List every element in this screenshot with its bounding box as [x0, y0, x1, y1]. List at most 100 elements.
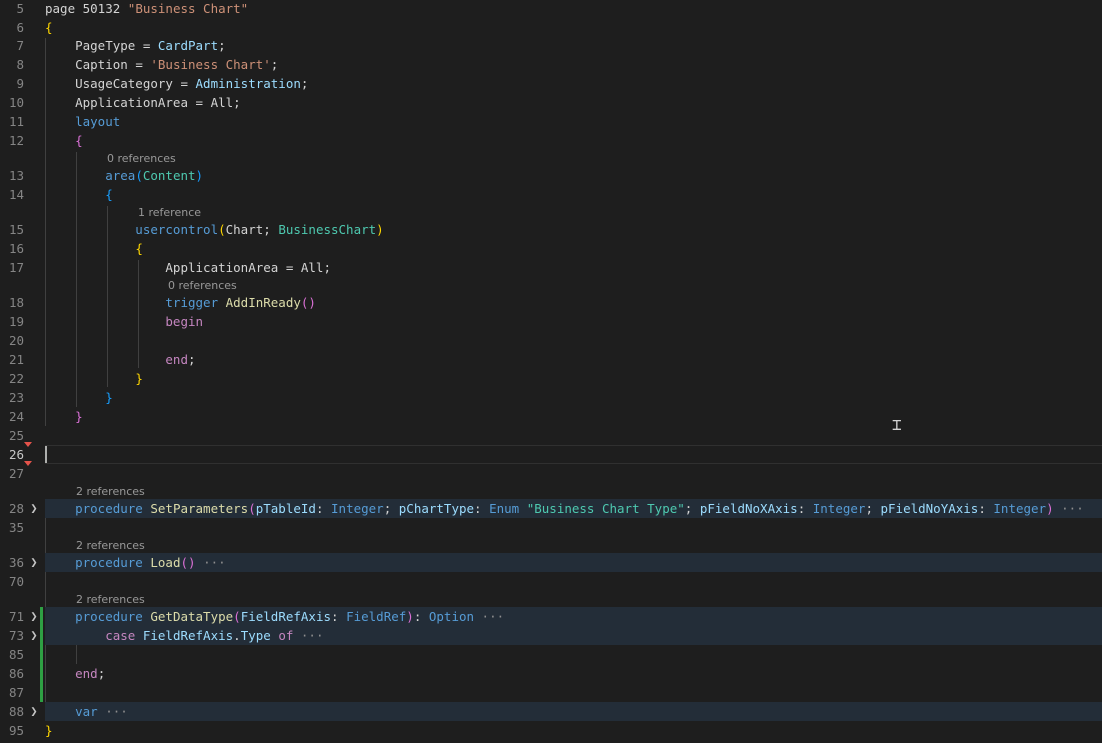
code-line[interactable]: trigger AddInReady() [45, 293, 1102, 312]
code-line[interactable]: } [45, 369, 1102, 388]
code-line[interactable]: PageType = CardPart; [45, 36, 1102, 55]
code-token: SetParameters [142, 501, 249, 516]
code-token: } [135, 371, 143, 386]
code-token: ; [188, 352, 196, 367]
code-line[interactable]: { [45, 131, 1102, 150]
code-line[interactable]: case FieldRefAxis.Type of ··· [45, 626, 1102, 645]
code-line[interactable]: } [45, 388, 1102, 407]
code-line[interactable]: { [45, 239, 1102, 258]
references-codelens[interactable]: 2 references [76, 593, 145, 607]
code-token: } [45, 723, 53, 738]
code-line[interactable]: area(Content) [45, 166, 1102, 185]
code-line[interactable] [45, 518, 1102, 537]
code-token: BusinessChart [278, 222, 377, 237]
code-token: ( [233, 609, 241, 624]
code-token: ) [195, 168, 204, 183]
line-number: 8 [16, 57, 24, 72]
deleted-lines-marker [24, 461, 32, 466]
line-number: 10 [8, 95, 24, 110]
code-token: UsageCategory [45, 76, 173, 91]
code-token: ; [233, 95, 241, 110]
chevron-right-icon[interactable]: ❯ [29, 626, 39, 645]
code-line[interactable]: ApplicationArea = All; [45, 93, 1102, 112]
code-token: ··· [474, 609, 505, 624]
code-line[interactable] [45, 331, 1102, 350]
code-token: GetDataType [142, 609, 234, 624]
code-token: ) [1046, 501, 1054, 516]
code-token: . [233, 628, 241, 643]
code-line[interactable] [45, 645, 1102, 664]
chevron-right-icon[interactable]: ❯ [29, 499, 39, 518]
references-codelens[interactable]: 2 references [76, 539, 145, 553]
line-number: 26 [8, 447, 24, 462]
code-token: } [105, 390, 113, 405]
code-token: { [45, 20, 53, 35]
code-line[interactable]: page 50132 "Business Chart" [45, 0, 1102, 18]
code-token: pFieldNoYAxis [880, 501, 979, 516]
code-token: : [474, 501, 490, 516]
chevron-right-icon[interactable]: ❯ [29, 702, 39, 721]
code-token: ··· [1053, 501, 1084, 516]
code-line[interactable]: procedure SetParameters(pTableId: Intege… [45, 499, 1102, 518]
chevron-right-icon[interactable]: ❯ [29, 607, 39, 626]
deleted-lines-marker [24, 442, 32, 447]
code-token: ApplicationArea [45, 260, 279, 275]
code-line[interactable] [45, 572, 1102, 591]
code-token: case [45, 628, 136, 643]
code-line[interactable]: procedure GetDataType(FieldRefAxis: Fiel… [45, 607, 1102, 626]
code-token: { [105, 187, 113, 202]
references-codelens[interactable]: 0 references [107, 152, 176, 166]
code-line[interactable]: end; [45, 664, 1102, 683]
code-line[interactable]: procedure Load() ··· [45, 553, 1102, 572]
line-number: 36 [8, 555, 24, 570]
code-token: = [127, 57, 151, 72]
code-line[interactable]: end; [45, 350, 1102, 369]
code-token: procedure [45, 609, 143, 624]
line-number: 12 [8, 133, 24, 148]
code-line[interactable] [45, 683, 1102, 702]
code-token: PageType [45, 38, 136, 53]
code-line[interactable]: } [45, 407, 1102, 426]
code-token: end [45, 666, 98, 681]
code-line[interactable]: UsageCategory = Administration; [45, 74, 1102, 93]
code-token: FieldRef [346, 609, 407, 624]
code-line[interactable]: } [45, 721, 1102, 740]
code-line[interactable]: usercontrol(Chart; BusinessChart) [45, 220, 1102, 239]
references-codelens[interactable]: 2 references [76, 485, 145, 499]
references-codelens[interactable]: 0 references [168, 279, 237, 293]
code-token: = [172, 76, 196, 91]
code-token: of [270, 628, 294, 643]
code-line[interactable]: Caption = 'Business Chart'; [45, 55, 1102, 74]
code-line[interactable] [45, 445, 1102, 464]
code-token: pTableId [255, 501, 316, 516]
code-token: ; [270, 57, 279, 72]
code-token: procedure [45, 501, 143, 516]
code-line[interactable]: ApplicationArea = All; [45, 258, 1102, 277]
line-number: 11 [8, 114, 24, 129]
references-codelens[interactable]: 1 reference [138, 206, 201, 220]
chevron-right-icon[interactable]: ❯ [29, 553, 39, 572]
code-line[interactable]: var ··· [45, 702, 1102, 721]
line-number: 16 [8, 241, 24, 256]
code-token: ApplicationArea [45, 95, 188, 110]
line-number: 7 [16, 38, 24, 53]
line-number: 17 [8, 260, 24, 275]
line-number: 13 [8, 168, 24, 183]
code-line[interactable] [45, 464, 1102, 483]
code-token: Administration [195, 76, 301, 91]
line-number: 22 [8, 371, 24, 386]
code-editor[interactable]: ❯ ❯ ❯ ❯ ❯ ⌶ 5 page 50132 "Business Chart"… [0, 0, 1102, 743]
code-line[interactable]: layout [45, 112, 1102, 131]
code-line[interactable]: { [45, 18, 1102, 37]
code-line[interactable]: begin [45, 312, 1102, 331]
code-line[interactable] [45, 426, 1102, 445]
code-token: } [75, 409, 83, 424]
line-number: 86 [8, 666, 24, 681]
code-line[interactable]: { [45, 185, 1102, 204]
code-token: ; [263, 222, 279, 237]
line-number: 88 [8, 704, 24, 719]
line-number: 35 [8, 520, 24, 535]
